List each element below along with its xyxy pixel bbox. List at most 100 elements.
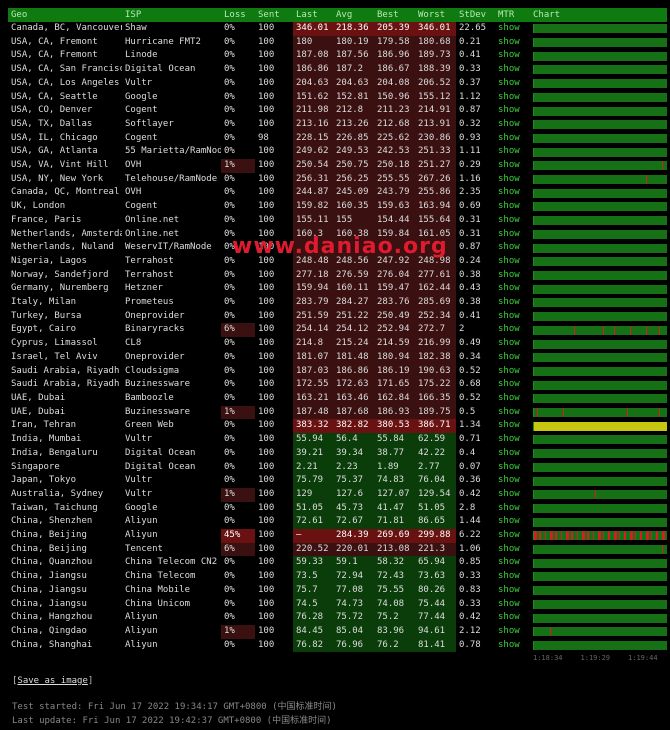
cell-stdev: 0.41 (459, 50, 481, 61)
cell-stdev: 0.24 (459, 255, 481, 266)
cell-mtr[interactable]: show (495, 543, 530, 557)
cell-best: 74.08 (374, 597, 415, 612)
cell-stdev: 0.68 (459, 379, 481, 390)
cell-last: 346.01 (293, 22, 333, 36)
cell-mtr[interactable]: show (495, 639, 530, 653)
cell-last: 249.62 (293, 145, 333, 160)
cell-mtr[interactable]: show (495, 214, 530, 228)
loss-spike (624, 531, 626, 541)
cell-mtr[interactable]: show (495, 186, 530, 200)
cell-mtr[interactable]: show (495, 269, 530, 283)
cell-geo: China, Jiangsu (11, 571, 87, 582)
cell-worst: 213.91 (415, 117, 456, 132)
cell-mtr[interactable]: show (495, 200, 530, 214)
cell-sent: 100 (258, 310, 275, 321)
cell-mtr[interactable]: show (495, 529, 530, 543)
loss-spike (555, 531, 557, 541)
cell-avg: 187.68 (333, 405, 374, 420)
cell-mtr[interactable]: show (495, 433, 530, 447)
cell-stdev: 1.12 (459, 91, 481, 102)
cell-mtr[interactable]: show (495, 611, 530, 625)
cell-mtr[interactable]: show (495, 570, 530, 584)
cell-best: 212.68 (374, 117, 415, 132)
cell-mtr[interactable]: show (495, 502, 530, 516)
cell-sent: 100 (258, 146, 275, 157)
cell-mtr[interactable]: show (495, 323, 530, 337)
cell-mtr[interactable]: show (495, 132, 530, 146)
loss-spike (608, 531, 610, 541)
cell-mtr[interactable]: show (495, 63, 530, 77)
cell-mtr[interactable]: show (495, 392, 530, 406)
cell-sent: 100 (258, 475, 275, 486)
cell-mtr[interactable]: show (495, 36, 530, 50)
cell-geo: China, Beijing (11, 530, 87, 541)
cell-mtr[interactable]: show (495, 159, 530, 173)
cell-worst: 189.73 (415, 49, 456, 64)
cell-mtr[interactable]: show (495, 625, 530, 639)
cell-mtr[interactable]: show (495, 515, 530, 529)
cell-sent: 100 (258, 214, 275, 225)
cell-mtr[interactable]: show (495, 282, 530, 296)
cell-sent: 100 (258, 365, 275, 376)
save-as-image-link[interactable]: Save as image (17, 676, 87, 686)
cell-loss: 1% (221, 487, 255, 502)
cell-mtr[interactable]: show (495, 228, 530, 242)
cell-worst: 80.26 (415, 583, 456, 598)
cell-stdev: 0.52 (459, 392, 481, 403)
cell-mtr[interactable]: show (495, 91, 530, 105)
cell-mtr[interactable]: show (495, 488, 530, 502)
cell-mtr[interactable]: show (495, 474, 530, 488)
latency-spike (549, 627, 551, 637)
cell-best: 252.94 (374, 323, 415, 338)
cell-mtr[interactable]: show (495, 365, 530, 379)
latency-sparkline (533, 175, 667, 185)
cell-stdev: 0.07 (459, 461, 481, 472)
cell-mtr[interactable]: show (495, 104, 530, 118)
cell-mtr[interactable]: show (495, 296, 530, 310)
cell-mtr[interactable]: show (495, 310, 530, 324)
latency-chart-cell (530, 611, 667, 625)
cell-sent: 100 (258, 351, 275, 362)
cell-worst: 216.99 (415, 337, 456, 351)
cell-mtr[interactable]: show (495, 378, 530, 392)
cell-best: 154.44 (374, 213, 415, 228)
cell-loss: 0% (224, 23, 235, 33)
cell-last: 39.21 (293, 446, 333, 461)
cell-mtr[interactable]: show (495, 77, 530, 91)
cell-mtr[interactable]: show (495, 241, 530, 255)
cell-mtr[interactable]: show (495, 337, 530, 351)
cell-mtr[interactable]: show (495, 584, 530, 598)
cell-mtr[interactable]: show (495, 461, 530, 475)
cell-mtr[interactable]: show (495, 447, 530, 461)
cell-sent: 100 (258, 488, 275, 499)
cell-sent: 100 (258, 297, 275, 308)
latency-chart-cell (530, 91, 667, 105)
cell-sent: 100 (258, 447, 275, 458)
latency-sparkline (533, 65, 667, 75)
cell-isp: Online.net (125, 228, 180, 239)
cell-mtr[interactable]: show (495, 556, 530, 570)
cell-worst: 252.34 (415, 309, 456, 324)
cell-mtr[interactable]: show (495, 22, 530, 36)
cell-mtr[interactable]: show (495, 49, 530, 63)
latency-sparkline (533, 298, 667, 308)
table-row: Canada, BC, Vancouver Shaw 0% 100 346.01 218.… (8, 22, 667, 36)
cell-loss: 0% (224, 420, 235, 431)
loss-spike (534, 531, 538, 541)
cell-mtr[interactable]: show (495, 255, 530, 269)
cell-geo: USA, CA, San Francisco (11, 64, 122, 75)
latency-chart-cell (530, 296, 667, 310)
cell-mtr[interactable]: show (495, 145, 530, 159)
cell-isp: Oneprovider (125, 310, 185, 321)
latency-sparkline (533, 627, 667, 637)
cell-mtr[interactable]: show (495, 406, 530, 420)
cell-mtr[interactable]: show (495, 351, 530, 365)
latency-chart-cell (530, 556, 667, 570)
cell-loss: 0% (224, 475, 235, 486)
cell-sent: 100 (258, 50, 275, 61)
cell-mtr[interactable]: show (495, 118, 530, 132)
cell-geo: Germany, Nuremberg (11, 283, 109, 294)
cell-mtr[interactable]: show (495, 598, 530, 612)
cell-mtr[interactable]: show (495, 173, 530, 187)
cell-mtr[interactable]: show (495, 419, 530, 433)
